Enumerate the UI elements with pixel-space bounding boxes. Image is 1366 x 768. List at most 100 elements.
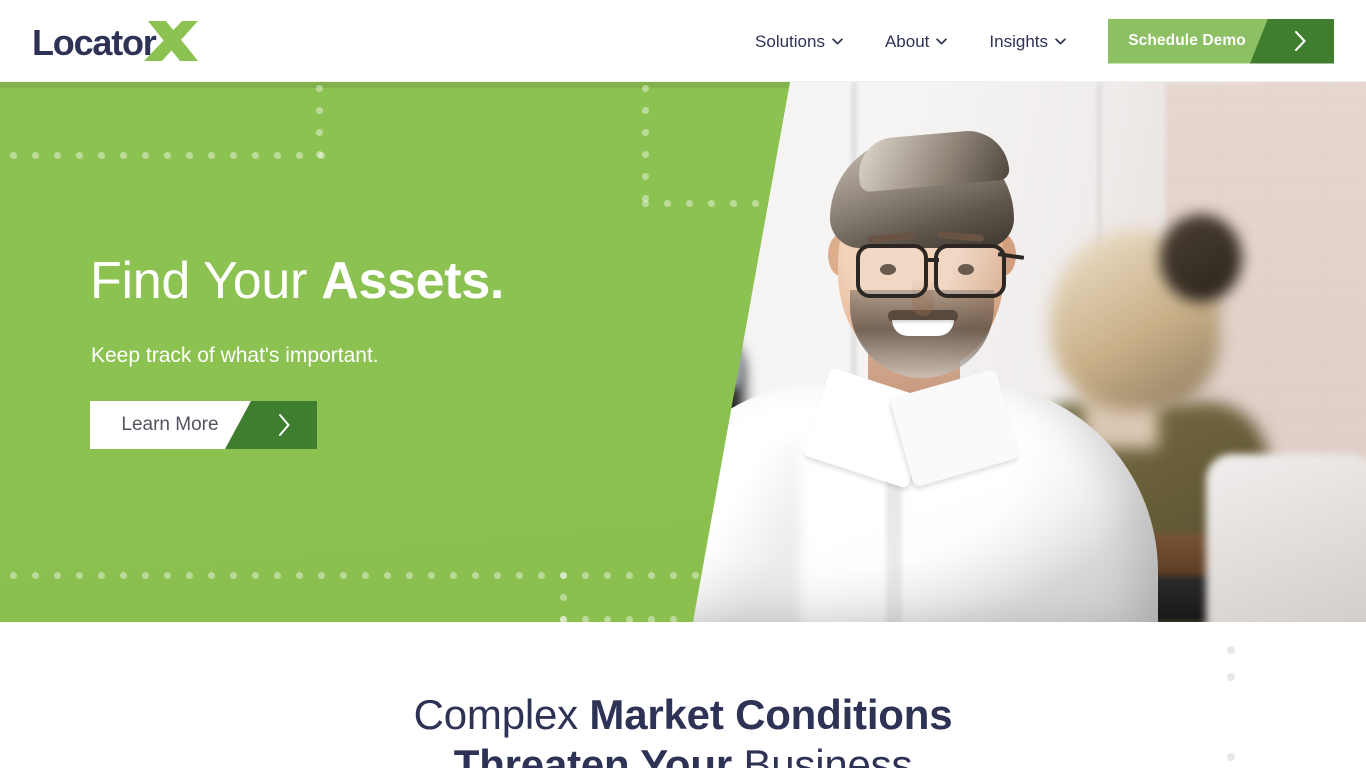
photo-subject-glasses-bridge	[925, 258, 939, 262]
decorative-dot	[230, 152, 237, 159]
decorative-dot	[582, 572, 589, 579]
decorative-dot	[54, 152, 61, 159]
decorative-dot	[316, 85, 323, 92]
chevron-down-icon	[936, 37, 948, 44]
decorative-dot	[186, 152, 193, 159]
decorative-dot	[648, 572, 655, 579]
decorative-dot	[692, 572, 699, 579]
decorative-dot	[428, 572, 435, 579]
decorative-dot	[384, 572, 391, 579]
decorative-dot	[340, 572, 347, 579]
photo-subject-smile	[892, 320, 954, 336]
chevron-right-icon	[1266, 19, 1334, 64]
chevron-down-icon	[832, 37, 843, 44]
market-conditions-section: Complex Market Conditions Threaten Your …	[0, 622, 1366, 768]
decorative-dot	[642, 107, 649, 114]
decorative-dot	[252, 152, 259, 159]
nav-item-solutions-label: Solutions	[755, 31, 825, 51]
logo-svg: Locator	[32, 21, 198, 63]
decorative-dot	[98, 572, 105, 579]
decorative-dot	[560, 616, 567, 622]
decorative-dot	[32, 152, 39, 159]
decorative-dot	[1227, 673, 1235, 681]
photo-subject-glasses-left-lens	[856, 244, 928, 298]
decorative-dot	[142, 572, 149, 579]
hero-top-shadow	[0, 82, 790, 88]
decorative-dot	[274, 152, 281, 159]
decorative-dot	[76, 572, 83, 579]
schedule-demo-button[interactable]: Schedule Demo	[1108, 18, 1334, 64]
decorative-dot	[582, 616, 589, 622]
decorative-dot	[708, 200, 715, 207]
decorative-dot	[560, 594, 567, 601]
decorative-dot	[316, 129, 323, 136]
learn-more-button[interactable]: Learn More	[90, 401, 317, 449]
decorative-dot	[642, 129, 649, 136]
nav-item-about-label: About	[884, 31, 930, 51]
decorative-dot	[54, 572, 61, 579]
locatorx-logo[interactable]: Locator	[30, 17, 200, 63]
decorative-dot	[362, 572, 369, 579]
site-header: Locator Solutions About Insights Schedul…	[0, 0, 1366, 82]
decorative-dot	[752, 200, 759, 207]
decorative-dot	[296, 572, 303, 579]
decorative-dot	[730, 200, 737, 207]
hero-heading: Find Your Assets.	[90, 252, 505, 310]
decorative-dot	[98, 152, 105, 159]
section-heading-line1-regular: Complex	[413, 691, 590, 738]
decorative-dot	[604, 572, 611, 579]
decorative-dot	[120, 152, 127, 159]
decorative-dot	[10, 572, 17, 579]
decorative-dot	[670, 616, 677, 622]
decorative-dot	[642, 151, 649, 158]
photo-background-person-right-bun	[1160, 214, 1242, 302]
decorative-dot	[450, 572, 457, 579]
decorative-dot	[406, 572, 413, 579]
chevron-down-icon	[1055, 37, 1066, 44]
decorative-dot	[76, 152, 83, 159]
decorative-dot	[316, 107, 323, 114]
decorative-dot	[494, 572, 501, 579]
photo-chair	[1206, 454, 1366, 622]
hero-heading-regular: Find Your	[90, 252, 322, 310]
main-navigation: Solutions About Insights Schedule Demo	[755, 0, 1366, 82]
learn-more-label: Learn More	[121, 414, 219, 435]
decorative-dot	[164, 152, 171, 159]
decorative-dot	[296, 152, 303, 159]
decorative-dot	[252, 572, 259, 579]
decorative-dot	[670, 572, 677, 579]
decorative-dot	[208, 152, 215, 159]
nav-item-solutions[interactable]: Solutions	[755, 33, 843, 50]
decorative-dot	[1227, 646, 1235, 654]
decorative-dot	[32, 572, 39, 579]
decorative-dot	[230, 572, 237, 579]
decorative-dot	[642, 173, 649, 180]
decorative-dot	[648, 616, 655, 622]
hero-heading-bold: Assets.	[321, 252, 505, 310]
decorative-dot	[626, 616, 633, 622]
svg-text:Locator: Locator	[32, 22, 157, 63]
section-heading-line2-regular: Business	[743, 740, 913, 768]
decorative-dot	[686, 200, 693, 207]
decorative-dot	[538, 572, 545, 579]
decorative-dot	[186, 572, 193, 579]
photo-subject-glasses-right-lens	[934, 244, 1006, 298]
decorative-dot	[142, 152, 149, 159]
nav-item-about[interactable]: About	[884, 31, 948, 51]
decorative-dot	[472, 572, 479, 579]
decorative-dot	[316, 151, 323, 158]
decorative-dot	[642, 200, 649, 207]
section-heading-line2-bold: Threaten Your	[453, 740, 744, 768]
decorative-dot	[560, 572, 567, 579]
decorative-dot	[164, 572, 171, 579]
schedule-demo-label: Schedule Demo	[1128, 32, 1246, 49]
hero-section: Find Your Assets. Keep track of what's i…	[0, 82, 1366, 622]
nav-item-insights[interactable]: Insights	[989, 33, 1066, 50]
hero-subheading: Keep track of what's important.	[91, 344, 379, 367]
decorative-dot	[1227, 753, 1235, 761]
decorative-dot	[274, 572, 281, 579]
decorative-dot	[604, 616, 611, 622]
decorative-dot	[120, 572, 127, 579]
page-root: Locator Solutions About Insights Schedul…	[0, 0, 1366, 768]
decorative-dot	[208, 572, 215, 579]
